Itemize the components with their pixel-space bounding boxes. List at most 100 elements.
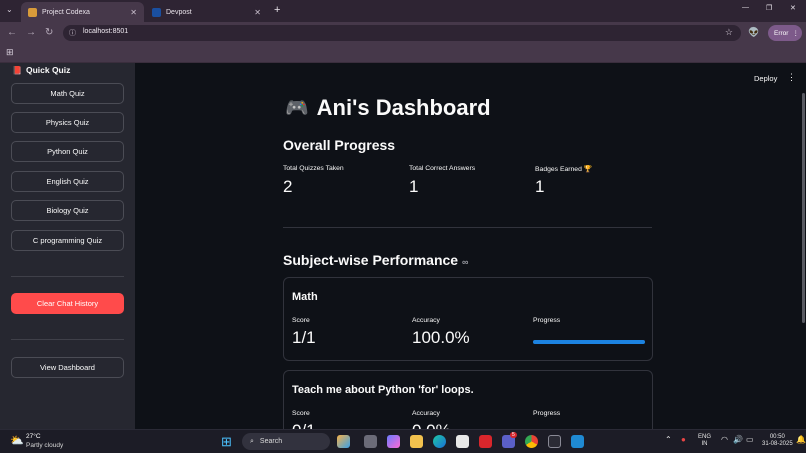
tray-chevron-icon[interactable]: ⌃	[665, 435, 672, 444]
metric-value: 2	[283, 177, 293, 196]
clock[interactable]: 00:50 31-08-2025	[762, 434, 793, 448]
store-icon[interactable]	[456, 435, 469, 448]
game-controller-icon: 🎮	[285, 98, 309, 119]
sidebar-title: 📕 Quick Quiz	[12, 65, 70, 75]
math-quiz-button[interactable]: Math Quiz	[11, 83, 124, 104]
error-label: Error	[774, 29, 789, 37]
apps-grid-icon[interactable]: ⊞	[6, 47, 14, 58]
forward-arrow-icon[interactable]: →	[26, 27, 36, 39]
task-view-icon[interactable]	[364, 435, 377, 448]
subject-title: Teach me about Python 'for' loops.	[292, 384, 474, 396]
close-tab-icon[interactable]: ✕	[254, 8, 261, 17]
notifications-bell-icon[interactable]: 🔔	[796, 435, 806, 444]
metric-value: 1	[535, 177, 545, 196]
subject-heading-text: Subject-wise Performance	[283, 252, 459, 268]
copilot-app-icon[interactable]	[337, 435, 350, 448]
time: 00:50	[769, 434, 785, 440]
page-title: 🎮 Ani's Dashboard	[285, 95, 491, 121]
tray-app-icon[interactable]: ●	[681, 435, 686, 444]
sidebar: 📕 Quick Quiz Math Quiz Physics Quiz Pyth…	[0, 63, 135, 429]
python-quiz-button[interactable]: Python Quiz	[11, 141, 124, 162]
site-info-icon[interactable]: ⓘ	[69, 28, 76, 38]
tab-title: Devpost	[166, 8, 192, 16]
date: 31-08-2025	[762, 441, 793, 447]
accuracy-label: Accuracy	[412, 317, 440, 324]
file-explorer-icon[interactable]	[410, 435, 423, 448]
metric-label: Total Correct Answers	[409, 165, 476, 172]
weather-desc: Partly cloudy	[26, 442, 64, 449]
bookmark-star-icon[interactable]: ☆	[725, 27, 733, 38]
notification-badge: 5	[510, 432, 517, 438]
accuracy-label: Accuracy	[412, 410, 440, 417]
maximize-button[interactable]: ❐	[766, 4, 772, 12]
notebook-icon: 📕	[12, 65, 22, 75]
devpost-favicon-icon	[152, 7, 161, 17]
progress-bar	[533, 340, 645, 344]
biology-quiz-button[interactable]: Biology Quiz	[11, 200, 124, 221]
deploy-button[interactable]: Deploy	[754, 74, 777, 83]
battery-icon[interactable]: ▭	[746, 435, 754, 444]
progress-label: Progress	[533, 317, 561, 324]
profile-error-button[interactable]: Error ⋮	[768, 25, 802, 41]
reload-icon[interactable]: ↻	[45, 27, 53, 39]
language-indicator[interactable]: ENG IN	[698, 434, 711, 448]
search-label: Search	[259, 438, 283, 445]
windows-taskbar: ⛅ 27°C Partly cloudy ⊞ ⌕ Search 5 ⌃ ● EN…	[0, 429, 806, 453]
metric-label: Badges Earned 🏆	[535, 166, 593, 173]
weather-temp: 27°C	[26, 433, 41, 440]
browser-tab-bar: ⌄ Project Codexa ✕ Devpost ✕ + — ❐ ✕	[0, 0, 806, 22]
subject-title: Math	[292, 291, 318, 303]
sidebar-divider	[11, 276, 124, 277]
view-dashboard-button[interactable]: View Dashboard	[11, 357, 124, 378]
antivirus-icon[interactable]	[479, 435, 492, 448]
back-arrow-icon[interactable]: ←	[7, 27, 17, 39]
start-windows-icon[interactable]: ⊞	[221, 434, 232, 450]
new-tab-button[interactable]: +	[274, 4, 280, 16]
terminal-icon[interactable]	[548, 435, 561, 448]
lang-top: ENG	[698, 434, 712, 440]
taskbar-search[interactable]: ⌕ Search	[242, 433, 330, 450]
overall-progress-heading: Overall Progress	[283, 137, 396, 153]
search-icon: ⌕	[250, 437, 254, 445]
scrollbar[interactable]	[802, 93, 805, 323]
vscode-icon[interactable]	[571, 435, 584, 448]
main-menu-icon[interactable]: ⋮	[787, 72, 796, 83]
metric-label: Total Quizzes Taken	[283, 165, 344, 172]
score-value: 0/1	[292, 421, 316, 429]
c-programming-quiz-button[interactable]: C programming Quiz	[11, 230, 124, 251]
bookmarks-bar: ⊞	[0, 44, 806, 63]
subject-wise-heading: Subject-wise Performance ∞	[283, 252, 468, 268]
metric-value: 1	[409, 177, 419, 196]
lang-bottom: IN	[701, 441, 708, 447]
chrome-icon[interactable]	[525, 435, 538, 448]
tab-devpost[interactable]: Devpost ✕	[145, 2, 268, 22]
weather-icon[interactable]: ⛅	[10, 434, 24, 447]
accuracy-value: 100.0%	[412, 328, 470, 347]
score-value: 1/1	[292, 328, 316, 347]
page-title-text: Ani's Dashboard	[316, 95, 491, 120]
minimize-button[interactable]: —	[742, 4, 749, 11]
tab-title: Project Codexa	[42, 8, 90, 16]
close-window-button[interactable]: ✕	[790, 4, 796, 12]
url-text: localhost:8501	[83, 28, 129, 35]
progress-bar-fill	[533, 340, 645, 344]
link-anchor-icon[interactable]: ∞	[462, 257, 468, 267]
project-codexa-favicon-icon	[28, 7, 37, 17]
extension-icon[interactable]: 👽	[748, 27, 759, 38]
close-tab-icon[interactable]: ✕	[130, 8, 137, 17]
english-quiz-button[interactable]: English Quiz	[11, 171, 124, 192]
subject-card-math: Math Score 1/1 Accuracy 100.0% Progress	[283, 277, 653, 361]
physics-quiz-button[interactable]: Physics Quiz	[11, 112, 124, 133]
copilot-icon[interactable]	[387, 435, 400, 448]
volume-icon[interactable]: 🔊	[733, 435, 743, 444]
tab-search-button[interactable]: ⌄	[6, 5, 13, 14]
address-bar[interactable]: ⓘ localhost:8501 ☆	[63, 25, 741, 41]
wifi-icon[interactable]: ◠	[721, 435, 728, 444]
score-label: Score	[292, 410, 310, 417]
edge-browser-icon[interactable]	[433, 435, 446, 448]
tab-project-codexa[interactable]: Project Codexa ✕	[21, 2, 144, 22]
accuracy-value: 0.0%	[412, 421, 451, 429]
score-label: Score	[292, 317, 310, 324]
main-content: Deploy ⋮ 🎮 Ani's Dashboard Overall Progr…	[135, 63, 806, 429]
clear-chat-history-button[interactable]: Clear Chat History	[11, 293, 124, 314]
